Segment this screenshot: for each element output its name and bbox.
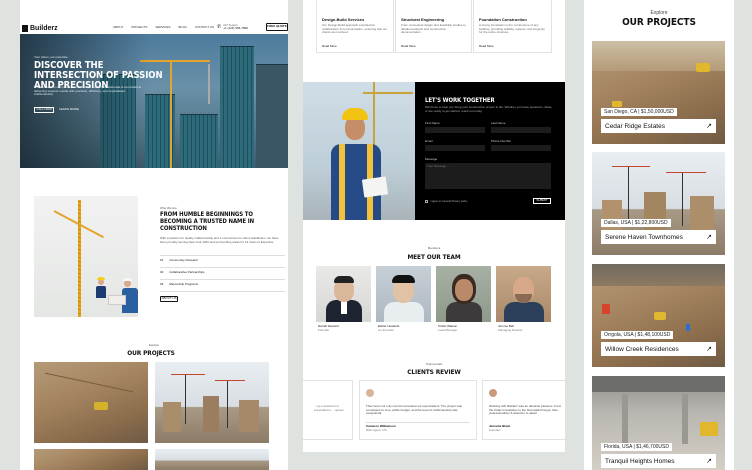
team-member-photo (376, 266, 431, 322)
about-list-item: 03 Mentorship Programs (160, 279, 285, 292)
nav-blog[interactable]: BLOG (178, 25, 186, 30)
services-page-preview: Design-Build Services Our Design-Build a… (303, 0, 565, 452)
about-image (34, 196, 138, 317)
arrow-up-right-icon[interactable]: ↗ (706, 457, 712, 465)
arrow-up-right-icon[interactable]: ↗ (706, 233, 712, 241)
project-card[interactable]: Florida, USA | $1,46,700USD Tranquil Hei… (592, 376, 725, 470)
reviews-title: CLIENTS REVIEW (407, 368, 461, 376)
project-thumb[interactable] (155, 362, 269, 443)
nav-contact[interactable]: CONTACT US (195, 25, 214, 30)
support-block: ✆ 24/7 Support +1 (123) 456-7890 (217, 24, 248, 31)
review-card: Working with Builderz was an absolute pl… (482, 380, 565, 440)
team-member-photo (436, 266, 491, 322)
project-title-bar: Serene Haven Townhomes ↗ (601, 230, 716, 244)
first-name-input[interactable] (425, 127, 485, 133)
learn-more-link[interactable]: LEARN MORE (59, 107, 79, 112)
phone-icon: ✆ (217, 24, 222, 31)
project-meta: San Diego, CA | $1,50,000USD (601, 108, 677, 116)
read-more-link[interactable]: Read More (479, 44, 494, 49)
submit-button[interactable]: SUBMIT (533, 198, 551, 204)
hero-description: From concept to completion, our dedicate… (34, 85, 142, 97)
project-meta: Florida, USA | $1,46,700USD (601, 443, 672, 451)
project-card[interactable]: San Diego, CA | $1,50,000USD Cedar Ridge… (592, 41, 725, 144)
avatar (366, 389, 374, 397)
project-meta: Orrgola, USA | $1,48,100USD (601, 331, 674, 339)
project-title-bar: Cedar Ridge Estates ↗ (601, 119, 716, 133)
projects-title: OUR PROJECTS (127, 349, 175, 357)
arrow-up-right-icon[interactable]: ↗ (706, 122, 712, 130)
form-title: LET'S WORK TOGETHER (425, 97, 495, 104)
team-member-photo (316, 266, 371, 322)
read-more-link[interactable]: Read More (401, 44, 416, 49)
about-list-item: 02 Collaborative Partnerships (160, 267, 285, 275)
read-more-link[interactable]: Read More (322, 44, 337, 49)
team-title: MEET OUR TEAM (407, 253, 461, 261)
avatar (489, 389, 497, 397)
main-nav: ABOUT PROJECTS SERVICES BLOG CONTACT US (113, 25, 214, 30)
project-title-bar: Willow Creek Residences ↗ (601, 342, 716, 356)
project-card[interactable]: Dallas, USA | $1,22,800USD Serene Haven … (592, 152, 725, 255)
service-card: Structural Engineering From conceptual d… (395, 0, 472, 53)
phone-number[interactable]: +1 (123) 456-7890 (223, 26, 248, 31)
about-title: FROM HUMBLE BEGINNINGS TO BECOMING A TRU… (160, 211, 255, 232)
phone-input[interactable] (491, 145, 551, 151)
project-title-bar: Tranquil Heights Homes ↗ (601, 454, 716, 468)
logo[interactable]: Builderz (22, 25, 58, 32)
review-card: Their team not only met but exceeded our… (359, 380, 477, 440)
logo-icon (22, 25, 28, 32)
contact-form: LET'S WORK TOGETHER We'd love to hear yo… (415, 82, 565, 220)
last-name-input[interactable] (491, 127, 551, 133)
free-quote-button[interactable]: FREE QUOTE (266, 23, 288, 31)
project-thumb[interactable] (34, 449, 148, 470)
message-textarea[interactable]: Your Message... (425, 163, 551, 189)
hero-section: Your vision, our expertise DISCOVER THE … (20, 34, 288, 168)
home-page-preview: Builderz ABOUT PROJECTS SERVICES BLOG CO… (20, 0, 288, 470)
about-us-button[interactable]: ABOUT US (160, 296, 178, 302)
project-meta: Dallas, USA | $1,22,800USD (601, 219, 671, 227)
call-now-button[interactable]: CALL NOW (34, 107, 54, 113)
projects-page-preview: Explore OUR PROJECTS San Diego, CA | $1,… (584, 0, 734, 470)
project-card[interactable]: Orrgola, USA | $1,48,100USD Willow Creek… (592, 264, 725, 367)
nav-about[interactable]: ABOUT (113, 25, 123, 30)
projects-title: OUR PROJECTS (622, 17, 696, 28)
about-description: With a passion for quality craftsmanship… (160, 236, 279, 244)
team-member-photo (496, 266, 551, 322)
review-card: ...ng exceeded our expectations, ...quir… (303, 380, 353, 440)
worker-image (303, 82, 415, 220)
about-list-item: 01 Community Outreach (160, 255, 285, 263)
nav-projects[interactable]: PROJECTS (131, 25, 147, 30)
service-card: Foundation Construction A strong foundat… (473, 0, 552, 53)
service-card: Design-Build Services Our Design-Build a… (316, 0, 394, 53)
project-thumb[interactable] (34, 362, 148, 443)
consent-checkbox[interactable] (425, 200, 428, 203)
nav-services[interactable]: SERVICES (155, 25, 170, 30)
project-thumb[interactable] (155, 449, 269, 470)
email-input[interactable] (425, 145, 485, 151)
arrow-up-right-icon[interactable]: ↗ (706, 345, 712, 353)
